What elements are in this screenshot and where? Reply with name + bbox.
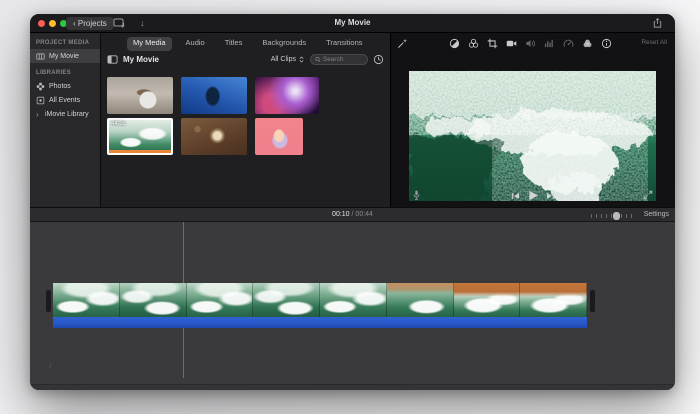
clip-thumbnail-pink-portrait[interactable] (255, 118, 303, 155)
timeline[interactable]: ♪ (30, 222, 675, 390)
photos-pinwheel-icon (36, 82, 45, 91)
clip-trim-handle-left[interactable] (46, 290, 51, 312)
filmstrip-frame (387, 283, 454, 317)
timecode-display: 00:10 / 00:44 (30, 211, 675, 218)
all-events-icon (36, 96, 45, 105)
sidebar-item-my-movie[interactable]: My Movie (30, 49, 100, 63)
filmstrip-frame (120, 283, 187, 317)
playback-controls (391, 187, 675, 205)
timeline-settings-button[interactable]: Settings (644, 211, 669, 218)
stabilization-camera-icon[interactable] (506, 38, 517, 49)
tab-my-media[interactable]: My Media (127, 37, 172, 51)
timeline-clip-ocean-wave[interactable] (53, 283, 587, 336)
timeline-zoom-slider[interactable] (591, 214, 635, 218)
disclosure-chevron-icon[interactable]: › (36, 110, 41, 119)
voiceover-mic-icon[interactable] (411, 189, 422, 202)
filmstrip-frame (187, 283, 254, 317)
total-time: 00:44 (355, 211, 373, 218)
filmstrip-frame (320, 283, 387, 317)
previous-frame-icon[interactable] (511, 191, 521, 201)
video-preview (409, 71, 656, 201)
viewer-panel: Reset All (390, 33, 675, 207)
imovie-window: ‹ Projects ↓ My Movie PROJECT MEDIA (30, 14, 675, 390)
sidebar-item-all-events[interactable]: All Events (30, 93, 100, 107)
filmstrip-frame (520, 283, 587, 317)
clip-thumbnail-exercise-ball[interactable] (107, 77, 173, 114)
clip-thumbnail-ocean-wave-selected[interactable]: 44.3s (107, 118, 173, 155)
tab-audio[interactable]: Audio (180, 37, 211, 51)
browser-title: My Movie (123, 55, 159, 64)
clip-filter-label: All Clips (271, 56, 296, 63)
background-music-well-icon: ♪ (48, 360, 53, 370)
media-tabs: My Media Audio Titles Backgrounds Transi… (101, 37, 390, 51)
current-time: 00:10 (332, 211, 350, 218)
media-browser: My Media Audio Titles Backgrounds Transi… (101, 33, 390, 207)
clip-trim-handle-right[interactable] (590, 290, 595, 312)
search-icon (315, 56, 321, 63)
filmstrip-frame (53, 283, 120, 317)
clip-thumbnail-coffee-flatlay[interactable] (181, 118, 247, 155)
fullscreen-icon[interactable] (643, 190, 653, 200)
crop-icon[interactable] (487, 38, 498, 49)
enhance-wand-icon[interactable] (397, 38, 408, 49)
timeline-footer (30, 385, 675, 390)
filmstrip-frame (253, 283, 320, 317)
timeline-header: 00:10 / 00:44 Settings (30, 207, 675, 222)
tab-transitions[interactable]: Transitions (320, 37, 368, 51)
viewer-toolbar: Reset All (391, 35, 675, 51)
libraries-header: LIBRARIES (30, 63, 100, 79)
share-icon[interactable] (652, 17, 663, 29)
clip-used-range-indicator (109, 150, 171, 153)
project-filmstrip-icon (36, 52, 45, 61)
filmstrip-frame (454, 283, 521, 317)
reset-all-button[interactable]: Reset All (641, 39, 667, 46)
sidebar-item-label: iMovie Library (45, 111, 89, 118)
sidebar-item-photos[interactable]: Photos (30, 79, 100, 93)
color-balance-icon[interactable] (449, 38, 460, 49)
browser-header: My Movie All Clips (101, 52, 390, 67)
search-input[interactable] (323, 56, 363, 63)
noise-reduction-icon[interactable] (544, 38, 555, 49)
sidebar-item-label: My Movie (49, 53, 79, 60)
clip-filter-effect-icon[interactable] (582, 38, 593, 49)
next-frame-icon[interactable] (546, 191, 556, 201)
main-area: PROJECT MEDIA My Movie LIBRARIES Photos (30, 33, 675, 207)
titlebar: ‹ Projects ↓ My Movie (30, 14, 675, 33)
window-title: My Movie (30, 18, 675, 27)
play-icon[interactable] (527, 189, 540, 202)
tab-backgrounds[interactable]: Backgrounds (256, 37, 312, 51)
clip-thumbnail-underwater-diver[interactable] (181, 77, 247, 114)
zoom-slider-knob[interactable] (613, 212, 620, 220)
updown-chevrons-icon (298, 55, 305, 64)
sidebar-item-imovie-library[interactable]: › iMovie Library (30, 107, 100, 121)
clip-duration-badge: 44.3s (111, 121, 126, 127)
clip-thumbnail-space-nebula[interactable] (255, 77, 319, 114)
project-media-header: PROJECT MEDIA (30, 33, 100, 49)
sidebar-item-label: All Events (49, 97, 80, 104)
clip-appearance-icon[interactable] (373, 54, 384, 65)
color-correction-icon[interactable] (468, 38, 479, 49)
clip-audio-waveform-bar (53, 317, 587, 328)
search-field[interactable] (310, 54, 368, 65)
sidebar: PROJECT MEDIA My Movie LIBRARIES Photos (30, 33, 101, 207)
sidebar-item-label: Photos (49, 83, 71, 90)
volume-icon[interactable] (525, 38, 536, 49)
tab-titles[interactable]: Titles (219, 37, 249, 51)
clip-filter-dropdown[interactable]: All Clips (271, 55, 305, 64)
sidebar-toggle-icon[interactable] (107, 54, 118, 65)
clip-info-icon[interactable] (601, 38, 612, 49)
speed-icon[interactable] (563, 38, 574, 49)
clip-filmstrip (53, 283, 587, 317)
